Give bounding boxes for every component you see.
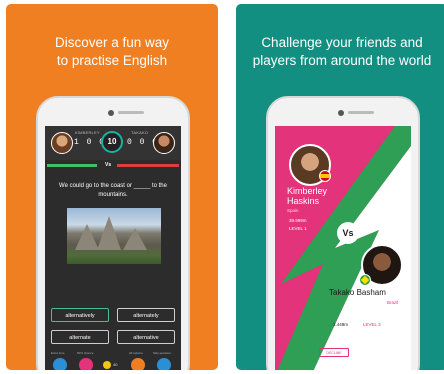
- decline-button[interactable]: DECLINE: [319, 348, 349, 357]
- versus-screen: Kimberley Haskins Spain 39.999m LEVEL 1 …: [275, 126, 411, 370]
- round-counter: 10: [101, 131, 123, 153]
- player1-country: Spain: [287, 208, 299, 213]
- player2-progress-bar: [117, 164, 179, 167]
- player1-progress-bar: [47, 164, 97, 167]
- player2-points: 1.449m: [333, 322, 349, 327]
- powerup-label: 50% chance: [77, 351, 94, 355]
- coin-count: 40: [113, 362, 118, 367]
- powerup-bar: Extra time 20 50% chance 40 40 All optio…: [45, 351, 181, 370]
- phone-frame: Kimberley Haskins Spain 39.999m LEVEL 1 …: [266, 96, 420, 370]
- camera-icon: [338, 110, 344, 116]
- player2-country: Brazil: [387, 300, 399, 305]
- right-headline-line1: Challenge your friends and: [261, 35, 423, 50]
- speaker-icon: [118, 111, 144, 114]
- player1-name: KIMBERLEY: [75, 130, 100, 135]
- right-headline: Challenge your friends and players from …: [236, 34, 444, 70]
- powerup-label: Skip question: [153, 351, 172, 355]
- clock-icon[interactable]: [53, 358, 67, 370]
- left-headline-line1: Discover a fun way: [54, 35, 170, 50]
- right-promo-panel: Challenge your friends and players from …: [236, 4, 444, 370]
- left-promo-panel: Discover a fun way to practise English K…: [6, 4, 218, 370]
- vs-badge: Vs: [337, 222, 359, 244]
- question-text: We could go to the coast or _____ to the…: [59, 183, 167, 198]
- progress-bars: Vs: [45, 162, 181, 168]
- question-photo: [67, 208, 161, 264]
- answer-option-4[interactable]: alternative: [117, 330, 175, 344]
- powerup-label: All options: [129, 351, 143, 355]
- left-headline: Discover a fun way to practise English: [6, 34, 218, 70]
- vs-label: Vs: [105, 162, 112, 168]
- player1-level: LEVEL 1: [289, 226, 307, 231]
- powerup-label: Extra time: [51, 351, 65, 355]
- star-icon[interactable]: [131, 358, 145, 370]
- mountain-peak: [97, 216, 121, 250]
- player1-first-name: Kimberley: [287, 186, 328, 196]
- player2-avatar: [153, 132, 175, 154]
- spain-flag-icon: [319, 170, 331, 182]
- split-icon[interactable]: [79, 358, 93, 370]
- answer-option-1[interactable]: alternatively: [51, 308, 109, 322]
- player1-avatar: [51, 132, 73, 154]
- mountain-peak: [123, 228, 147, 250]
- right-headline-line2: players from around the world: [252, 53, 432, 68]
- player2-name: Takako Basham: [329, 288, 386, 297]
- left-headline-line2: to practise English: [56, 53, 168, 68]
- player1-last-name: Haskins: [287, 196, 320, 206]
- quiz-screen: KIMBERLEY 1 0 0 10 TAKAKO 0 0 0 Vs We co…: [45, 126, 181, 370]
- player2-level: LEVEL 3: [363, 322, 381, 327]
- answer-option-3[interactable]: alternate: [51, 330, 109, 344]
- brazil-flag-icon: [359, 274, 371, 286]
- skip-icon[interactable]: [157, 358, 171, 370]
- camera-icon: [108, 110, 114, 116]
- phone-frame: KIMBERLEY 1 0 0 10 TAKAKO 0 0 0 Vs We co…: [36, 96, 190, 370]
- speaker-icon: [348, 111, 374, 114]
- answer-option-2[interactable]: alternately: [117, 308, 175, 322]
- player2-name: TAKAKO: [131, 130, 149, 135]
- score-header: KIMBERLEY 1 0 0 10 TAKAKO 0 0 0: [45, 126, 181, 160]
- coin-icon: [103, 361, 111, 369]
- mountain-peak: [75, 224, 99, 250]
- player1-points: 39.999m: [289, 218, 307, 223]
